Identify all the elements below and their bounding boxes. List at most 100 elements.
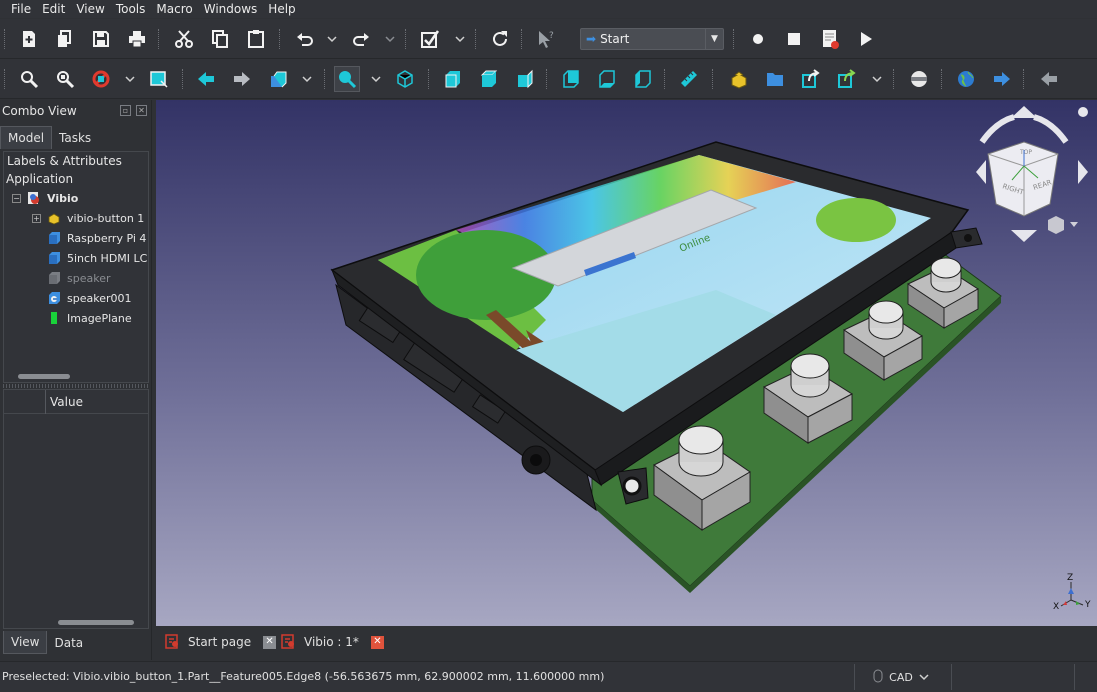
redo-icon[interactable] [348,26,374,52]
new-document-icon[interactable] [16,26,42,52]
roll-right-icon[interactable] [1033,114,1069,144]
property-horizontal-scrollbar[interactable] [58,620,134,625]
menu-edit[interactable]: Edit [37,2,70,16]
tree-item-speaker001[interactable]: speaker001 [4,288,148,308]
collapse-icon[interactable]: − [12,193,21,203]
save-icon[interactable] [88,26,114,52]
front-view-icon[interactable] [440,66,466,92]
tree-horizontal-scrollbar[interactable] [18,374,70,379]
toolbar-grip[interactable] [4,29,5,49]
tree-item-label: speaker001 [67,291,132,305]
rotate-up-icon[interactable] [1011,106,1037,118]
menu-windows[interactable]: Windows [199,2,263,16]
tab-start-page[interactable]: Start page ✕ [158,629,277,655]
tree-item-vibio[interactable]: − Vibio [4,188,148,208]
navigation-style-selector[interactable]: CAD [854,664,947,690]
3d-scene[interactable]: Online [156,100,1097,626]
tree-item-imageplane[interactable]: ImagePlane [4,308,148,328]
navigation-cube[interactable]: RIGHT REAR TOP [968,102,1094,242]
menu-file[interactable]: File [6,2,36,16]
property-column-header[interactable] [4,390,46,414]
isometric-icon[interactable] [392,66,418,92]
panel-splitter[interactable] [3,384,149,388]
stop-macro-icon[interactable] [781,26,807,52]
value-column-header[interactable]: Value [50,395,83,409]
clipping-icon[interactable] [906,66,932,92]
menu-macro[interactable]: Macro [151,2,197,16]
zoom-dropdown-icon[interactable] [371,72,381,86]
fit-all-icon[interactable] [16,66,42,92]
rear-view-icon[interactable] [558,66,584,92]
whats-this-icon[interactable]: ? [533,26,559,52]
prev-icon[interactable] [1036,66,1062,92]
expand-icon[interactable]: + [32,213,41,223]
recompute-dropdown-icon[interactable] [455,32,465,46]
record-macro-icon[interactable] [745,26,771,52]
tree-item-hdmi-lcd[interactable]: 5inch HDMI LCD [4,248,148,268]
std-view-dropdown-icon[interactable] [302,72,312,86]
view-menu-dropdown-icon[interactable] [1070,222,1078,227]
draw-style-icon[interactable] [88,66,114,92]
copy-icon[interactable] [207,26,233,52]
combo-view-panel: Combo View ▫ ✕ Model Tasks Labels & Attr… [0,100,152,660]
link-icon[interactable] [798,66,824,92]
fit-selection-icon[interactable] [52,66,78,92]
link-actions-icon[interactable] [834,66,860,92]
close-panel-icon[interactable]: ✕ [136,105,147,116]
draw-style-dropdown-icon[interactable] [125,72,135,86]
top-view-icon[interactable] [476,66,502,92]
toolbar-grip[interactable] [4,69,5,89]
right-view-icon[interactable] [512,66,538,92]
tab-model[interactable]: Model [0,126,53,149]
run-macro-icon[interactable] [853,26,879,52]
forward-icon[interactable] [229,66,255,92]
tree-item-speaker[interactable]: speaker [4,268,148,288]
tree-item-label: ImagePlane [67,311,132,325]
undo-dropdown-icon[interactable] [327,32,337,46]
paste-icon[interactable] [243,26,269,52]
roll-left-icon[interactable] [979,114,1015,144]
undo-icon[interactable] [292,26,318,52]
group-icon[interactable] [762,66,788,92]
tree-item-label: 5inch HDMI LCD [67,251,149,265]
workbench-selector[interactable]: ➡ Start ▼ [580,28,724,50]
refresh-check-icon[interactable] [417,26,443,52]
left-view-icon[interactable] [630,66,656,92]
float-panel-icon[interactable]: ▫ [120,105,131,116]
tab-data[interactable]: Data [47,631,90,654]
tab-tasks[interactable]: Tasks [52,126,98,149]
hidden-solid-icon [47,271,61,285]
part-icon[interactable] [726,66,752,92]
link-dropdown-icon[interactable] [872,72,882,86]
rotate-left-icon[interactable] [976,160,986,184]
rotate-down-icon[interactable] [1011,230,1037,242]
view-menu-cube-icon[interactable] [1048,216,1064,234]
menu-help[interactable]: Help [263,2,300,16]
close-tab-icon[interactable]: ✕ [370,635,384,649]
open-icon[interactable] [52,26,78,52]
tab-vibio[interactable]: Vibio : 1* ✕ [274,629,384,655]
bounding-box-icon[interactable] [146,66,172,92]
tree-item-vibio-button[interactable]: + vibio-button 1 [4,208,148,228]
bottom-view-icon[interactable] [594,66,620,92]
sync-view-icon[interactable] [265,66,291,92]
menu-view[interactable]: View [71,2,109,16]
tree-item-label: speaker [67,271,111,285]
tree-item-raspberry-pi[interactable]: Raspberry Pi 4 B [4,228,148,248]
macro-editor-icon[interactable] [817,26,843,52]
rotate-right-icon[interactable] [1078,160,1088,184]
cut-icon[interactable] [171,26,197,52]
next-icon[interactable] [989,66,1015,92]
refresh-icon[interactable] [487,26,513,52]
measure-icon[interactable] [676,66,702,92]
nav-menu-dot-icon[interactable] [1078,107,1088,117]
menu-tools[interactable]: Tools [111,2,151,16]
web-icon[interactable] [953,66,979,92]
tab-view[interactable]: View [3,631,48,654]
3d-viewport[interactable]: Online RIGHT REAR TOP Z X Y [156,100,1097,626]
redo-dropdown-icon[interactable] [385,32,395,46]
print-icon[interactable] [124,26,150,52]
std-view-menu-icon[interactable] [334,66,360,92]
view-toolbar [0,59,1097,99]
back-icon[interactable] [193,66,219,92]
